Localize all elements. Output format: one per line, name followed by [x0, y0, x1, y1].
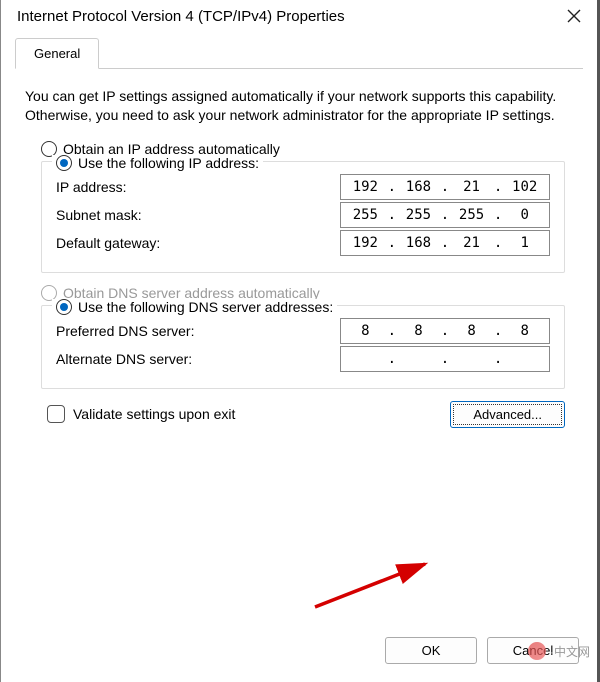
dot-icon: . [492, 235, 504, 251]
ip-octet[interactable]: 192 [345, 235, 386, 251]
dot-icon: . [492, 351, 504, 367]
intro-text: You can get IP settings assigned automat… [25, 87, 573, 125]
field-label: Alternate DNS server: [56, 351, 340, 367]
field-label: Preferred DNS server: [56, 323, 340, 339]
dot-icon: . [386, 351, 398, 367]
ip-octet[interactable]: 1 [504, 235, 545, 251]
dialog-window: Internet Protocol Version 4 (TCP/IPv4) P… [0, 0, 600, 682]
alternate-dns-input[interactable]: . . . [340, 346, 550, 372]
field-label: Default gateway: [56, 235, 340, 251]
subnet-mask-input[interactable]: 255. 255. 255. 0 [340, 202, 550, 228]
radio-ip-manual[interactable]: Use the following IP address: [52, 155, 263, 171]
bottom-row: Validate settings upon exit Advanced... [47, 401, 565, 428]
field-preferred-dns: Preferred DNS server: 8. 8. 8. 8 [56, 318, 550, 344]
ip-manual-group: Use the following IP address: IP address… [41, 161, 565, 273]
ip-octet[interactable]: 8 [345, 323, 386, 339]
checkbox-icon[interactable] [47, 405, 65, 423]
dot-icon: . [386, 235, 398, 251]
content-area: General You can get IP settings assigned… [1, 33, 597, 621]
ip-octet[interactable]: 168 [398, 179, 439, 195]
dot-icon: . [492, 207, 504, 223]
tab-general[interactable]: General [15, 38, 99, 69]
field-subnet-mask: Subnet mask: 255. 255. 255. 0 [56, 202, 550, 228]
ip-octet[interactable]: 8 [504, 323, 545, 339]
checkbox-label: Validate settings upon exit [73, 406, 235, 422]
field-alternate-dns: Alternate DNS server: . . . [56, 346, 550, 372]
ip-octet[interactable]: 0 [504, 207, 545, 223]
field-label: IP address: [56, 179, 340, 195]
radio-label: Use the following IP address: [78, 155, 259, 171]
ok-button[interactable]: OK [385, 637, 477, 664]
radio-dns-manual[interactable]: Use the following DNS server addresses: [52, 299, 337, 315]
ip-octet[interactable]: 21 [451, 235, 492, 251]
dot-icon: . [439, 351, 451, 367]
ip-octet[interactable]: 255 [451, 207, 492, 223]
radio-icon [56, 155, 72, 171]
ip-octet[interactable]: 8 [451, 323, 492, 339]
ip-octet[interactable]: 102 [504, 179, 545, 195]
dot-icon: . [492, 323, 504, 339]
radio-icon [56, 299, 72, 315]
titlebar: Internet Protocol Version 4 (TCP/IPv4) P… [1, 0, 597, 33]
dot-icon: . [386, 179, 398, 195]
window-title: Internet Protocol Version 4 (TCP/IPv4) P… [17, 8, 345, 25]
close-icon [567, 9, 581, 23]
field-default-gateway: Default gateway: 192. 168. 21. 1 [56, 230, 550, 256]
dot-icon: . [439, 323, 451, 339]
default-gateway-input[interactable]: 192. 168. 21. 1 [340, 230, 550, 256]
ip-octet[interactable]: 21 [451, 179, 492, 195]
preferred-dns-input[interactable]: 8. 8. 8. 8 [340, 318, 550, 344]
ip-octet[interactable]: 8 [398, 323, 439, 339]
close-button[interactable] [567, 9, 583, 25]
dot-icon: . [439, 179, 451, 195]
dot-icon: . [492, 179, 504, 195]
dot-icon: . [439, 207, 451, 223]
dot-icon: . [386, 207, 398, 223]
ip-octet[interactable]: 192 [345, 179, 386, 195]
dns-manual-group: Use the following DNS server addresses: … [41, 305, 565, 389]
dialog-button-bar: OK Cancel [1, 621, 597, 682]
field-ip-address: IP address: 192. 168. 21. 102 [56, 174, 550, 200]
tab-bar: General [15, 37, 583, 69]
advanced-button[interactable]: Advanced... [450, 401, 565, 428]
dot-icon: . [386, 323, 398, 339]
ip-octet[interactable]: 255 [398, 207, 439, 223]
field-label: Subnet mask: [56, 207, 340, 223]
ip-address-input[interactable]: 192. 168. 21. 102 [340, 174, 550, 200]
validate-checkbox-row[interactable]: Validate settings upon exit [47, 405, 235, 423]
cancel-button[interactable]: Cancel [487, 637, 579, 664]
tab-panel-general: You can get IP settings assigned automat… [15, 69, 583, 621]
ip-octet[interactable]: 255 [345, 207, 386, 223]
ip-octet[interactable]: 168 [398, 235, 439, 251]
radio-label: Use the following DNS server addresses: [78, 299, 333, 315]
dot-icon: . [439, 235, 451, 251]
